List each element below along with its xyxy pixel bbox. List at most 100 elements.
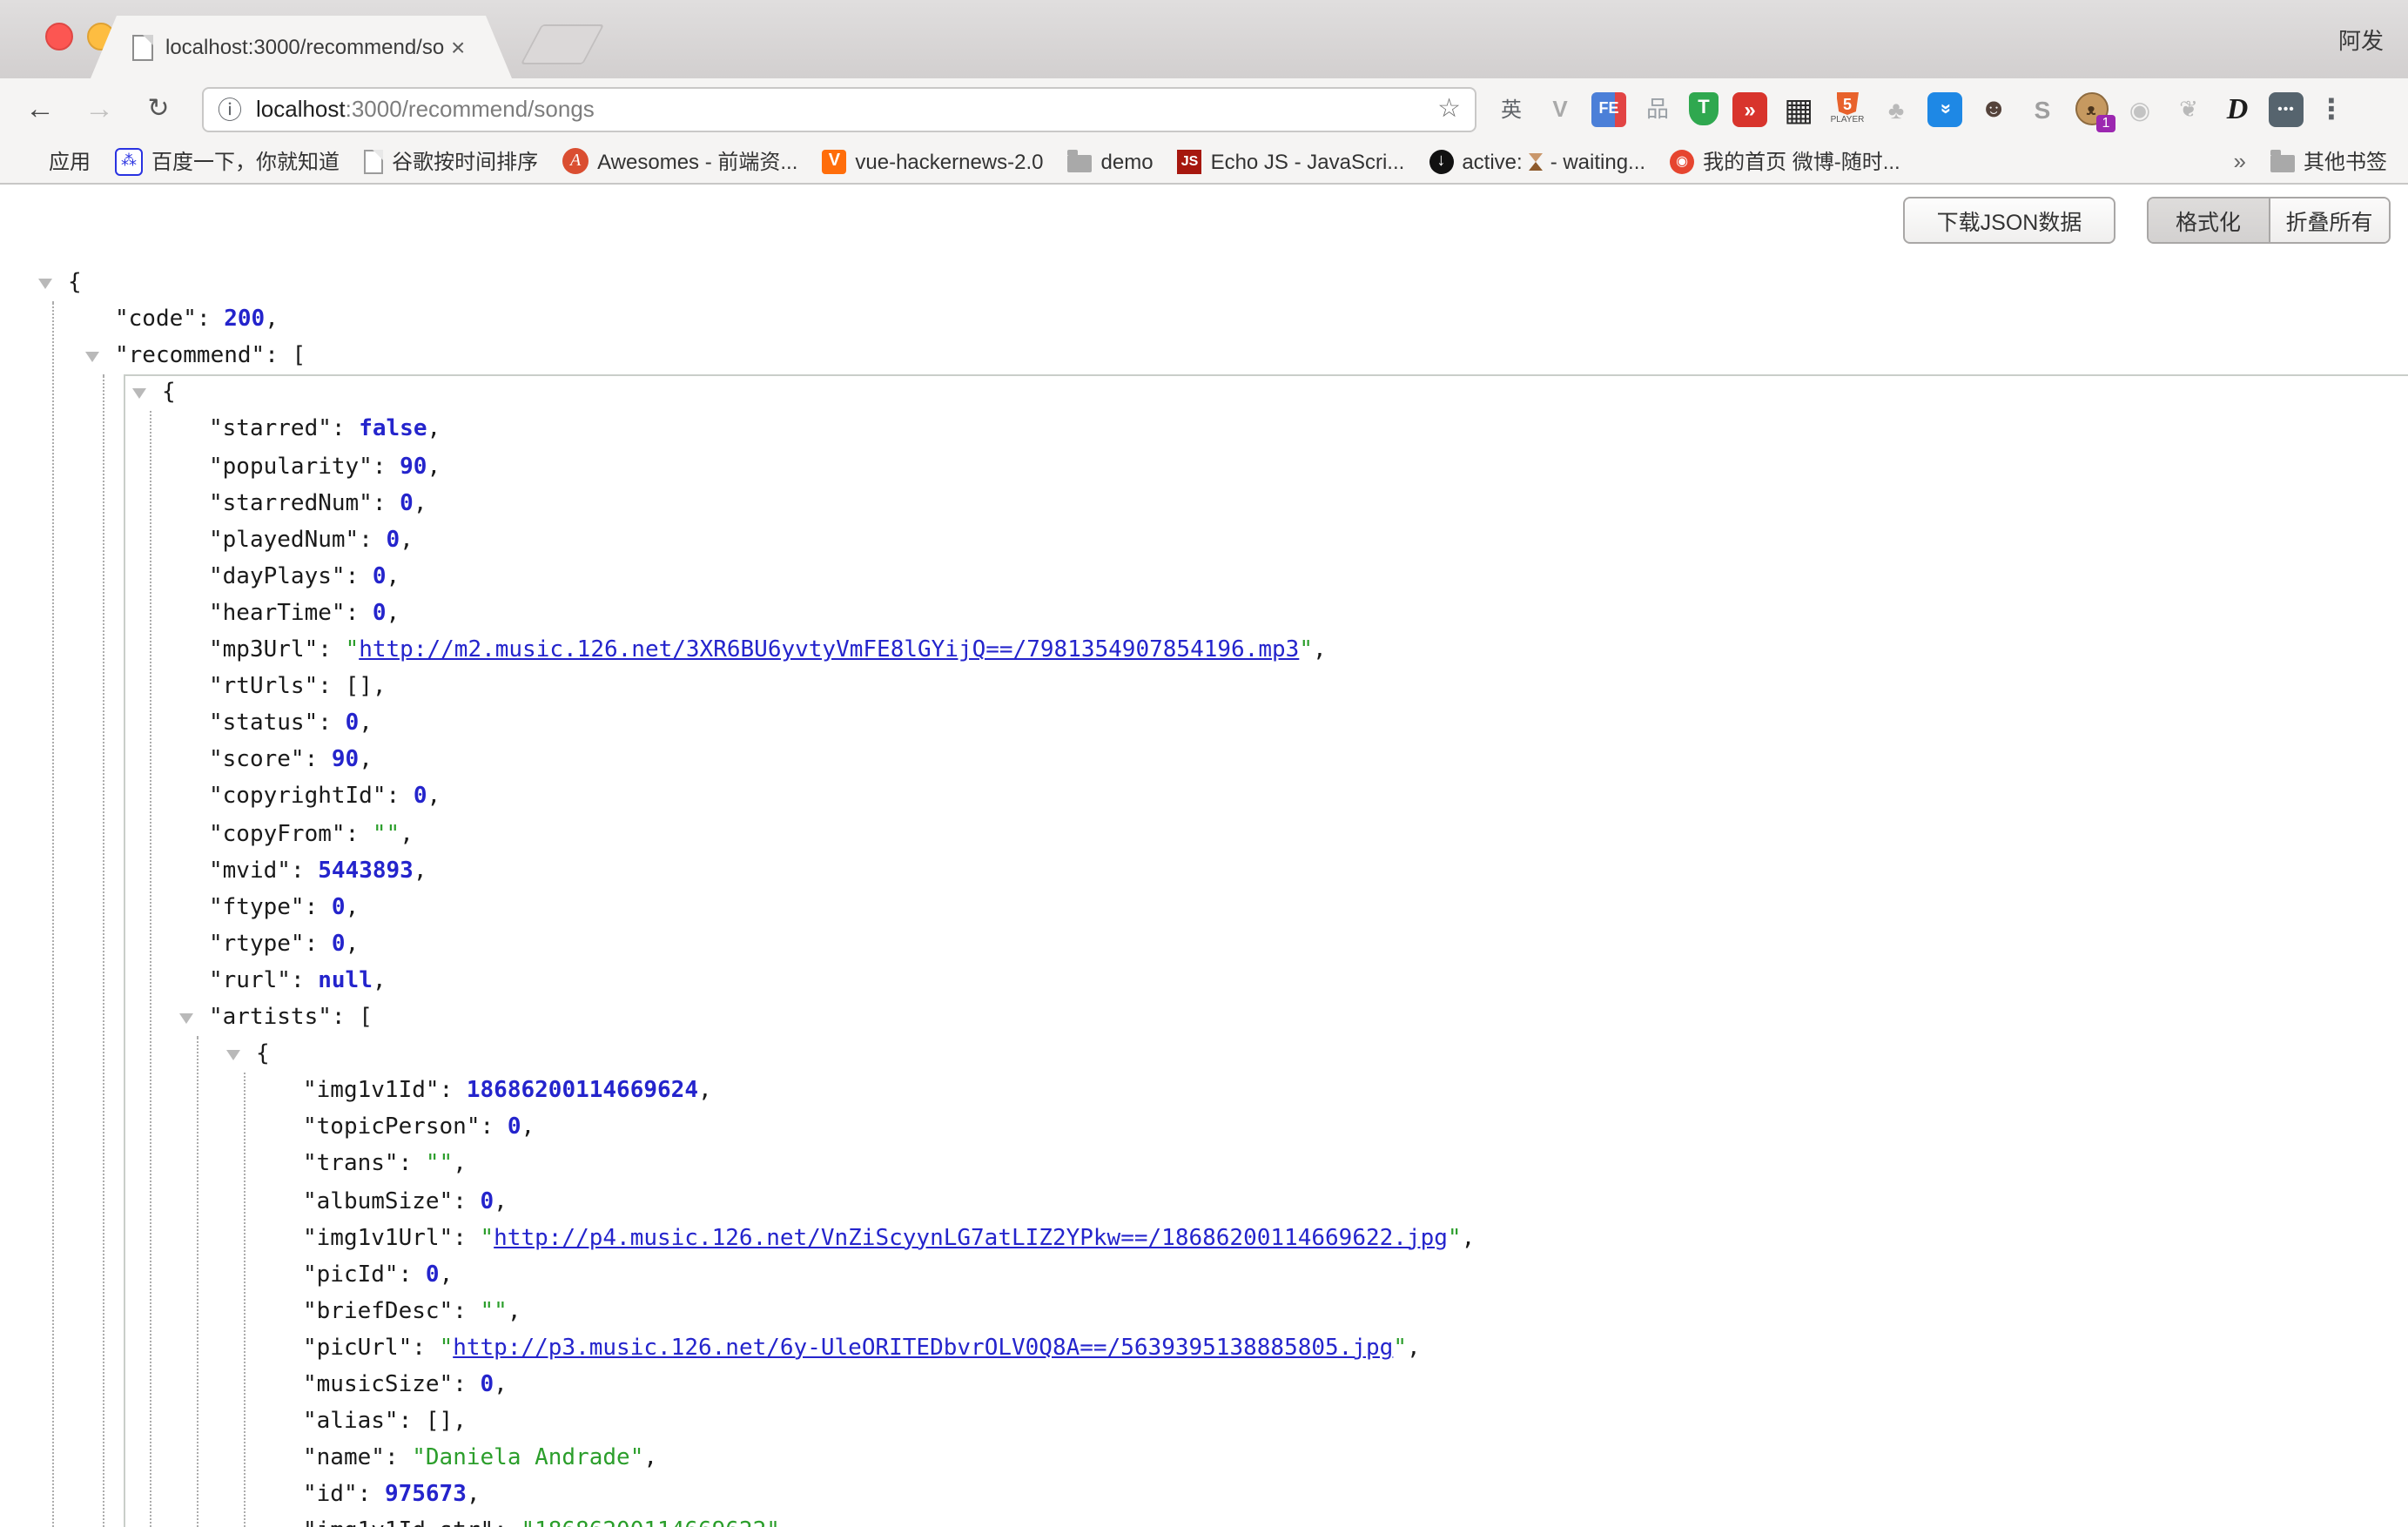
site-info-icon[interactable]: ⓘ [218,97,242,121]
json-value: "" [426,1152,453,1178]
json-value: : [373,490,400,516]
json-value: : [453,1225,480,1251]
json-value: , [1407,1335,1421,1362]
profile-name[interactable]: 阿发 [2338,23,2384,56]
ext-bird-icon[interactable]: ❦ [2168,88,2210,130]
bookmark-item[interactable]: ↓active:- waiting... [1429,149,1645,173]
collapse-toggle-icon[interactable] [85,352,99,362]
ext-paw-icon[interactable]: ♣ [1875,88,1917,130]
ext-mask-icon[interactable]: ☻ [1973,88,2015,130]
json-key: "img1v1Id_str" [303,1519,494,1527]
json-key: "musicSize" [303,1372,453,1398]
json-value: , [359,710,373,737]
json-value: : [291,968,318,994]
ext-translate-icon[interactable]: 英 [1490,88,1532,130]
ext-fast-forward-icon[interactable]: » [1732,91,1767,126]
browser-tab[interactable]: localhost:3000/recommend/so × [91,16,512,78]
json-line: "topicPerson": 0, [0,1110,2408,1147]
json-key: "mvid" [209,858,291,884]
ext-weibo-eye-icon[interactable]: ◉ [2119,88,2161,130]
new-tab-button[interactable] [521,24,604,64]
bookmark-item[interactable]: Vvue-hackernews-2.0 [822,149,1043,173]
bookmarks-overflow-chevron-icon[interactable]: » [2234,148,2246,174]
json-line: { [0,265,2408,301]
collapse-toggle-icon[interactable] [38,279,52,289]
json-value: "" [373,821,400,847]
collapse-toggle-icon[interactable] [226,1050,240,1060]
ext-s-icon[interactable]: S [2021,88,2063,130]
json-value: 0 [373,601,387,627]
json-key: "rtUrls" [209,674,318,700]
json-line: "img1v1Id_str": "18686200114669622" [0,1514,2408,1527]
json-line: "code": 200, [0,301,2408,338]
json-key: "score" [209,748,305,774]
json-line: "albumSize": 0, [0,1183,2408,1220]
collapse-toggle-icon[interactable] [132,389,146,400]
tab-close-icon[interactable]: × [451,35,465,59]
json-key: "mp3Url" [209,637,318,663]
json-value: : [], [318,674,386,700]
reload-icon[interactable]: ↻ [136,96,181,122]
ext-vimium-icon[interactable]: » [1927,91,1962,126]
json-line: "mvid": 5443893, [0,852,2408,889]
json-value: "18686200114669622" [521,1519,779,1527]
ext-d-icon[interactable]: D [2216,88,2258,130]
json-value: : [453,1299,480,1325]
json-value: 0 [414,784,427,811]
close-window-button[interactable] [45,23,73,50]
json-value: null [318,968,373,994]
json-value: , [453,1152,467,1178]
json-url-link[interactable]: http://p3.music.126.net/6y-UleORITEDbvrO… [453,1335,1393,1362]
json-key: "starred" [209,417,332,443]
bookmark-item[interactable]: ⁂百度一下，你就知道 [115,146,340,176]
ext-password-dots-icon[interactable]: ••• [2269,91,2304,126]
bookmark-item[interactable]: ◉我的首页 微博-随时... [1670,146,1900,176]
json-value: 200 [224,306,265,333]
bookmark-item[interactable]: 谷歌按时间排序 [364,146,538,176]
json-key: "dayPlays" [209,564,346,590]
json-value: , [427,417,441,443]
ext-t-shield-icon[interactable]: T [1689,92,1719,125]
json-line: "starred": false, [0,412,2408,448]
json-key: "code" [115,306,197,333]
address-bar[interactable]: ⓘ localhost:3000/recommend/songs ☆ [202,86,1476,131]
browser-menu-icon[interactable]: ⋮ [2317,91,2345,126]
json-value: 0 [332,894,346,920]
json-value: : [346,564,373,590]
ext-qr-code-icon[interactable]: ▦ [1778,88,1819,130]
url-text[interactable]: localhost:3000/recommend/songs [256,96,595,122]
down-circle-icon: ↓ [1429,149,1453,173]
json-line: "dayPlays": 0, [0,559,2408,595]
collapse-toggle-icon[interactable] [179,1013,193,1024]
bookmark-item[interactable]: demo [1068,149,1154,173]
json-value: 0 [400,490,414,516]
json-line: "rtUrls": [], [0,669,2408,705]
ext-tampermonkey-icon[interactable]: ᴥ1 [2070,88,2112,130]
bookmark-star-icon[interactable]: ☆ [1437,96,1461,122]
page-favicon-icon [132,34,153,60]
bookmark-item[interactable]: JSEcho JS - JavaScri... [1178,149,1405,173]
json-key: "picUrl" [303,1335,412,1362]
ext-sitemap-icon[interactable]: 品 [1637,88,1678,130]
json-line: "img1v1Url": "http://p4.music.126.net/Vn… [0,1220,2408,1256]
other-bookmarks-button[interactable]: 其他书签 [2270,146,2387,176]
back-icon[interactable]: ← [17,94,63,124]
bookmark-item[interactable]: AAwesomes - 前端资... [562,146,797,176]
json-url-link[interactable]: http://m2.music.126.net/3XR6BU6yvtyVmFE8… [359,637,1299,663]
ext-html5-player-icon[interactable]: 5PLAYER [1826,88,1868,130]
url-path: :3000/recommend/songs [346,96,595,122]
json-key: "picId" [303,1261,399,1288]
json-key: "popularity" [209,454,373,480]
json-value: , [265,306,279,333]
json-value: : [387,784,414,811]
json-value: "" [481,1299,508,1325]
ext-fe-icon[interactable]: FE [1591,91,1626,126]
json-url-link[interactable]: http://p4.music.126.net/VnZiScyynLG7atLI… [494,1225,1448,1251]
bookmark-item[interactable]: 应用 [17,146,91,176]
json-value: : [399,1261,426,1288]
json-value: , [400,821,414,847]
ext-vue-devtools-icon[interactable]: V [1539,88,1581,130]
json-value: , [521,1115,535,1141]
navigation-toolbar: ← → ↻ ⓘ localhost:3000/recommend/songs ☆… [0,78,2408,139]
json-value: : [305,894,332,920]
